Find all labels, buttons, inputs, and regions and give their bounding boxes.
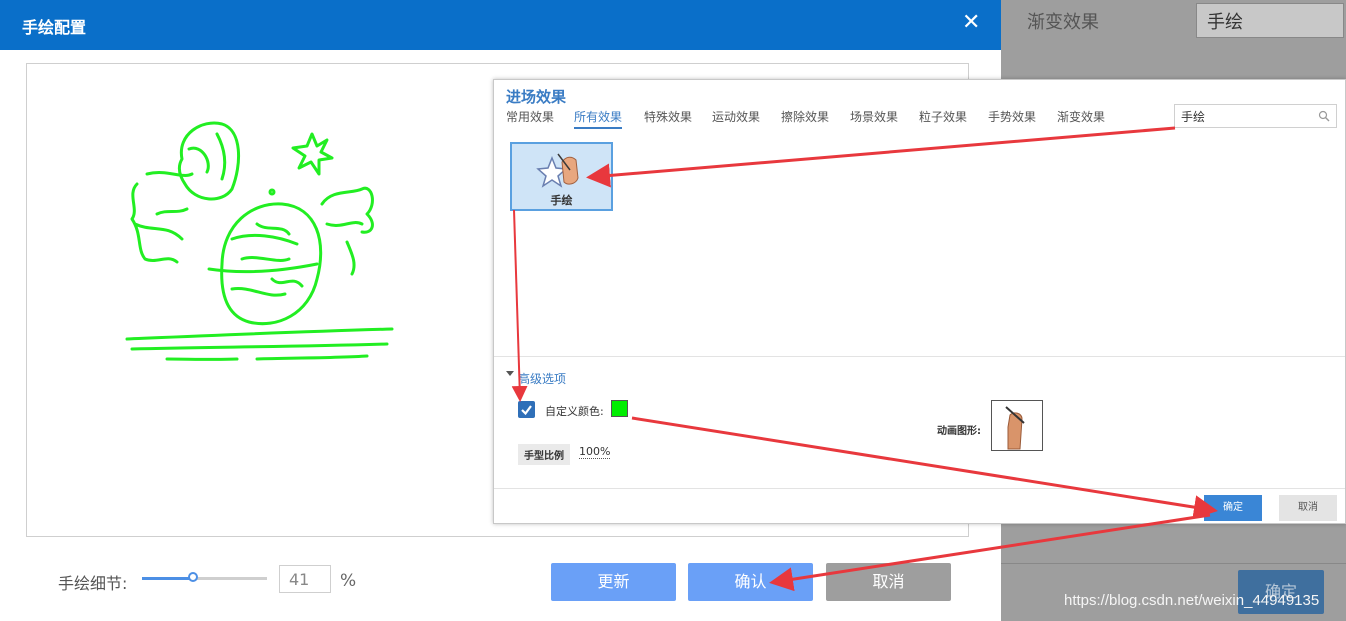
anim-shape-label: 动画图形: xyxy=(937,426,981,437)
advanced-options-toggle[interactable]: 高级选项 xyxy=(518,370,566,387)
tab-gradient[interactable]: 渐变效果 xyxy=(1057,108,1105,125)
tab-scene[interactable]: 场景效果 xyxy=(850,108,898,125)
panel-ok-button[interactable]: 确定 xyxy=(1204,495,1262,521)
sketch-ground xyxy=(125,327,394,361)
dialog-header: 手绘配置 ✕ xyxy=(0,0,1001,50)
panel-footer-divider xyxy=(494,488,1345,489)
background-label: 渐变效果 xyxy=(1027,12,1099,33)
tab-special[interactable]: 特殊效果 xyxy=(644,108,692,125)
caret-down-icon[interactable] xyxy=(506,371,514,376)
effect-label: 手绘 xyxy=(550,194,573,207)
background-field[interactable]: 手绘 xyxy=(1196,3,1344,38)
anim-shape-preview[interactable] xyxy=(991,400,1043,451)
search-icon[interactable] xyxy=(1318,110,1330,122)
checkmark-icon xyxy=(521,405,532,416)
tab-wipe[interactable]: 擦除效果 xyxy=(781,108,829,125)
custom-color-checkbox[interactable] xyxy=(518,401,535,418)
dialog-title: 手绘配置 xyxy=(22,18,87,37)
tab-gesture[interactable]: 手势效果 xyxy=(988,108,1036,125)
cancel-button[interactable]: 取消 xyxy=(826,563,951,601)
search-value: 手绘 xyxy=(1181,110,1206,124)
tab-common[interactable]: 常用效果 xyxy=(506,108,554,125)
background-divider xyxy=(1001,563,1346,564)
sketch-cloud-left xyxy=(130,171,194,264)
effect-tile-hand-draw[interactable]: 手绘 xyxy=(510,142,613,211)
detail-slider[interactable] xyxy=(142,572,267,582)
update-button[interactable]: 更新 xyxy=(551,563,676,601)
slider-thumb[interactable] xyxy=(188,572,199,582)
search-input[interactable]: 手绘 xyxy=(1174,104,1337,128)
hand-star-icon xyxy=(536,153,579,188)
entrance-effect-panel: 进场效果 常用效果 所有效果 特殊效果 运动效果 擦除效果 场景效果 粒子效果 … xyxy=(493,79,1346,524)
panel-title: 进场效果 xyxy=(506,88,567,106)
close-icon[interactable]: ✕ xyxy=(962,10,980,35)
tab-particle[interactable]: 粒子效果 xyxy=(919,108,967,125)
tab-all[interactable]: 所有效果 xyxy=(574,108,623,129)
sketch-cloud-right xyxy=(320,186,374,276)
custom-color-swatch[interactable] xyxy=(611,400,628,417)
hand-pen-icon xyxy=(1005,406,1025,450)
panel-divider xyxy=(494,356,1345,357)
hand-ratio-value[interactable]: 100% xyxy=(579,445,611,459)
hand-ratio-label: 手型比例 xyxy=(518,444,570,465)
watermark: https://blog.csdn.net/weixin_44949135 xyxy=(1064,592,1320,609)
slider-fill xyxy=(142,577,194,580)
sketch-large-globe xyxy=(220,202,323,326)
sketch-star xyxy=(291,132,334,176)
detail-unit: % xyxy=(340,571,357,591)
tab-motion[interactable]: 运动效果 xyxy=(712,108,760,125)
panel-cancel-button[interactable]: 取消 xyxy=(1279,495,1337,521)
custom-color-label: 自定义颜色: xyxy=(545,405,604,418)
detail-input[interactable]: 41 xyxy=(279,565,331,593)
confirm-button[interactable]: 确认 xyxy=(688,563,813,601)
detail-label: 手绘细节: xyxy=(58,574,128,593)
